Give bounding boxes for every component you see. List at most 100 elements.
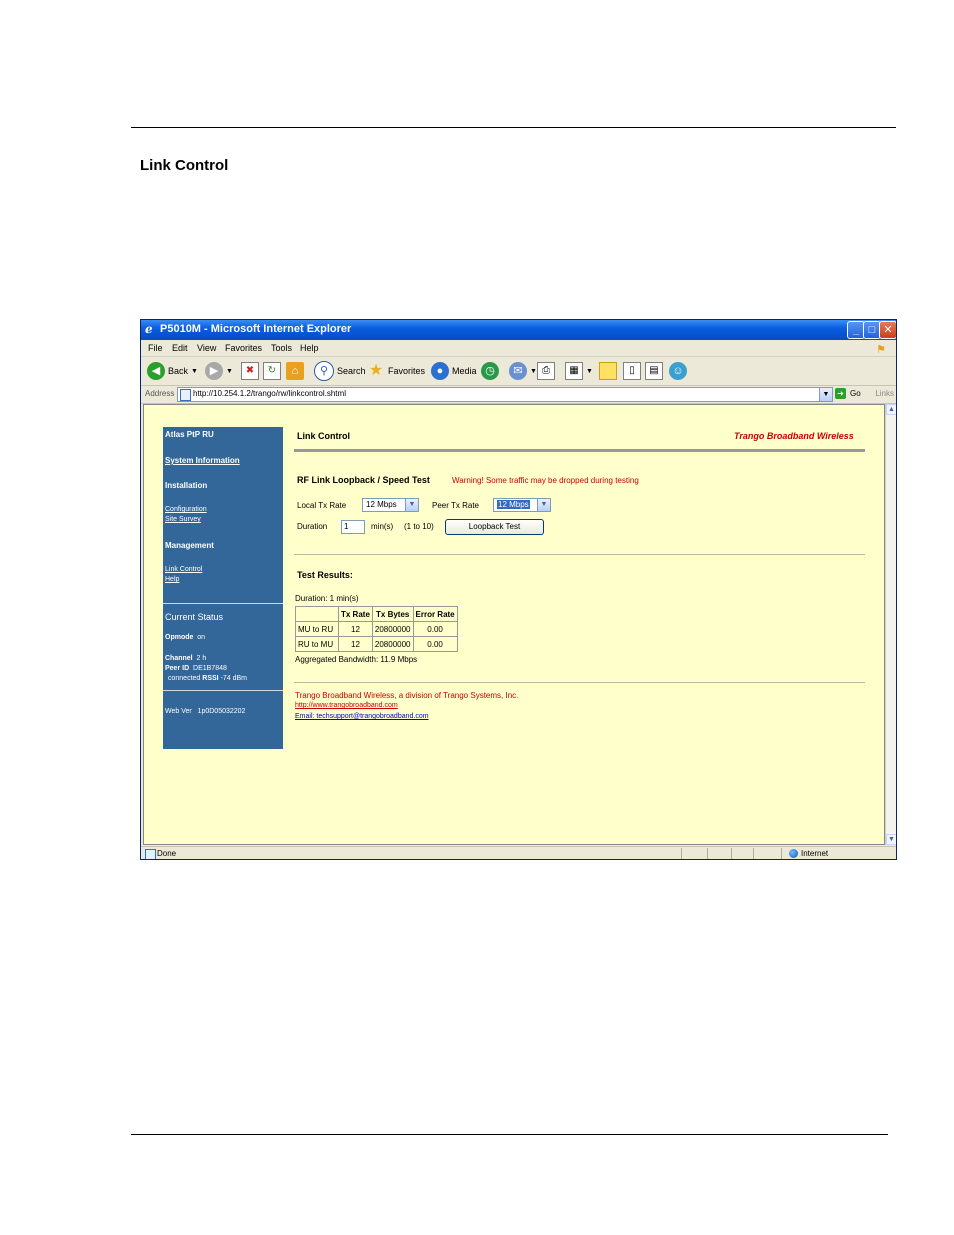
stop-button[interactable]: ✖ bbox=[241, 361, 259, 381]
internet-globe-icon bbox=[789, 849, 798, 858]
menu-tools[interactable]: Tools bbox=[271, 343, 292, 353]
search-icon: ⚲ bbox=[314, 361, 334, 381]
status-web-ver-label: Web Ver bbox=[165, 708, 192, 715]
scroll-up-icon[interactable]: ▲ bbox=[886, 404, 896, 415]
menu-bar: File Edit View Favorites Tools Help ⚑ bbox=[141, 340, 896, 357]
table-row: RU to MU 12 20800000 0.00 bbox=[296, 637, 457, 651]
table-cell: 20800000 bbox=[372, 622, 413, 636]
history-button[interactable]: ◷ bbox=[481, 361, 499, 381]
warning-message: Warning! Some traffic may be dropped dur… bbox=[452, 476, 639, 485]
brand-name: Trango Broadband Wireless bbox=[734, 431, 854, 441]
duration-range: (1 to 10) bbox=[404, 522, 434, 531]
mail-icon: ✉ bbox=[509, 362, 527, 380]
status-text: Done bbox=[157, 849, 177, 858]
vertical-scrollbar[interactable]: ▲ ▼ bbox=[885, 404, 896, 845]
contacts-button[interactable]: ☺ bbox=[669, 361, 687, 381]
footer-email-link[interactable]: Email: techsupport@trangobroadband.com bbox=[295, 713, 429, 720]
browser-window: ℯ P5010M - Microsoft Internet Explorer _… bbox=[140, 319, 897, 860]
sidebar-item-link-control[interactable]: Link Control bbox=[165, 566, 202, 573]
chevron-down-icon: ▼ bbox=[537, 499, 550, 511]
document-heading: Link Control bbox=[140, 157, 229, 174]
menu-view[interactable]: View bbox=[197, 343, 216, 353]
go-arrow-icon: ➜ bbox=[835, 388, 846, 399]
home-button[interactable]: ⌂ bbox=[286, 361, 304, 381]
status-bar: Done Internet bbox=[141, 846, 896, 859]
sidebar-item-site-survey[interactable]: Site Survey bbox=[165, 516, 201, 523]
media-button[interactable]: ● Media bbox=[431, 361, 477, 381]
edit-button[interactable]: ▦ ▼ bbox=[565, 361, 593, 381]
history-icon: ◷ bbox=[481, 362, 499, 380]
table-cell: 0.00 bbox=[413, 637, 457, 651]
status-connected-label: connected bbox=[168, 675, 201, 682]
duration-input[interactable]: 1 bbox=[341, 520, 365, 534]
refresh-button[interactable]: ↻ bbox=[263, 361, 281, 381]
menu-help[interactable]: Help bbox=[300, 343, 319, 353]
sidebar-section-installation: Installation bbox=[165, 481, 208, 490]
status-separator bbox=[753, 848, 754, 859]
close-button[interactable]: ✕ bbox=[879, 321, 896, 339]
go-button[interactable]: ➜ Go bbox=[835, 388, 861, 399]
table-header-empty bbox=[296, 607, 338, 621]
status-channel-value: 2 h bbox=[196, 655, 207, 662]
sidebar-item-system-information[interactable]: System Information bbox=[165, 456, 240, 465]
menu-edit[interactable]: Edit bbox=[172, 343, 188, 353]
results-duration: Duration: 1 min(s) bbox=[295, 594, 359, 603]
table-header-error-rate: Error Rate bbox=[413, 607, 457, 621]
forward-dropdown-icon: ▼ bbox=[226, 367, 233, 375]
page-done-icon bbox=[145, 849, 156, 859]
address-input[interactable]: http://10.254.1.2/trango/rw/linkcontrol.… bbox=[177, 387, 833, 402]
discuss-button[interactable] bbox=[599, 361, 617, 381]
media-label: Media bbox=[452, 366, 477, 376]
stop-icon: ✖ bbox=[241, 362, 259, 380]
film-icon: ▤ bbox=[645, 362, 663, 380]
status-rssi-label: RSSI bbox=[202, 675, 219, 682]
menu-file[interactable]: File bbox=[148, 343, 163, 353]
footer-website-link[interactable]: http://www.trangobroadband.com bbox=[295, 702, 398, 709]
sidebar-section-management: Management bbox=[165, 541, 214, 550]
address-dropdown-icon[interactable]: ▼ bbox=[819, 388, 832, 401]
loopback-test-button[interactable]: Loopback Test bbox=[445, 519, 544, 535]
footer-company: Trango Broadband Wireless, a division of… bbox=[295, 691, 519, 700]
links-button[interactable]: Links bbox=[875, 389, 894, 398]
sidebar-current-status: Current Status bbox=[165, 612, 224, 622]
status-peer-id: Peer ID DE1B7848 bbox=[165, 665, 227, 672]
page-bottom-rule bbox=[131, 1134, 888, 1135]
forward-button[interactable]: ▶ ▼ bbox=[205, 361, 233, 381]
sidebar-product: Atlas PtP RU bbox=[165, 430, 214, 439]
table-header-row: Tx Rate Tx Bytes Error Rate bbox=[296, 607, 457, 621]
messenger-button[interactable]: ▤ bbox=[645, 361, 663, 381]
mail-dropdown-icon: ▼ bbox=[530, 367, 537, 375]
sidebar-item-configuration[interactable]: Configuration bbox=[165, 506, 207, 513]
status-rssi: connected RSSI -74 dBm bbox=[168, 675, 247, 682]
refresh-icon: ↻ bbox=[263, 362, 281, 380]
search-button[interactable]: ⚲ Search bbox=[314, 361, 366, 381]
peer-tx-rate-label: Peer Tx Rate bbox=[432, 501, 479, 510]
sidebar-nav: Atlas PtP RU System Information Installa… bbox=[163, 427, 283, 749]
peer-tx-rate-select[interactable]: 12 Mbps ▼ bbox=[493, 498, 551, 512]
media-globe-icon: ● bbox=[431, 362, 449, 380]
status-channel: Channel 2 h bbox=[165, 655, 206, 662]
duration-unit: min(s) bbox=[371, 522, 394, 531]
scroll-down-icon[interactable]: ▼ bbox=[886, 834, 896, 845]
back-arrow-icon: ◀ bbox=[147, 362, 165, 380]
favorites-button[interactable]: ★ Favorites bbox=[367, 361, 425, 381]
mail-button[interactable]: ✉ ▼ bbox=[509, 361, 537, 381]
page-title: Link Control bbox=[297, 431, 350, 441]
menu-favorites[interactable]: Favorites bbox=[225, 343, 262, 353]
status-rssi-value: -74 dBm bbox=[220, 675, 248, 682]
print-button[interactable]: ⎙ bbox=[537, 361, 555, 381]
status-channel-label: Channel bbox=[165, 655, 193, 662]
local-tx-rate-select[interactable]: 12 Mbps ▼ bbox=[362, 498, 419, 512]
window-title: P5010M - Microsoft Internet Explorer bbox=[160, 323, 352, 335]
table-cell: 0.00 bbox=[413, 622, 457, 636]
table-cell: MU to RU bbox=[296, 622, 338, 636]
status-peer-id-value: DE1B7848 bbox=[193, 665, 227, 672]
title-bar[interactable]: ℯ P5010M - Microsoft Internet Explorer _… bbox=[141, 320, 896, 340]
sidebar-divider-2 bbox=[163, 690, 283, 691]
research-button[interactable]: ▯ bbox=[623, 361, 641, 381]
sidebar-item-help[interactable]: Help bbox=[165, 576, 179, 583]
status-separator bbox=[731, 848, 732, 859]
section-title: RF Link Loopback / Speed Test bbox=[297, 475, 430, 485]
edit-icon: ▦ bbox=[565, 362, 583, 380]
back-button[interactable]: ◀ Back ▼ bbox=[147, 361, 198, 381]
